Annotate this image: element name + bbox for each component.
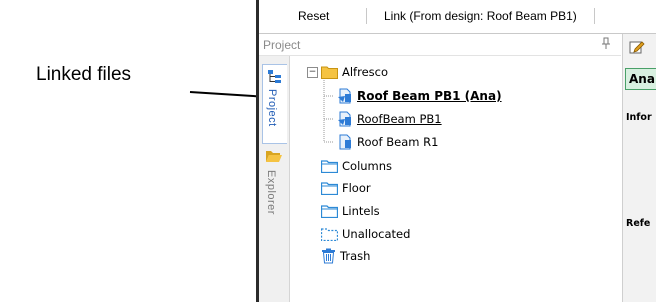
analysis-tab[interactable]: Ana	[625, 68, 656, 90]
tab-project[interactable]: Project	[262, 64, 287, 144]
reset-button[interactable]: Reset	[298, 9, 329, 23]
tab-explorer-label: Explorer	[265, 170, 277, 215]
document-icon	[339, 134, 351, 150]
tree-node-label: Lintels	[342, 204, 380, 218]
dashed-folder-icon	[321, 227, 338, 241]
tree-node-trash[interactable]: Trash	[321, 247, 370, 265]
tree-node-columns[interactable]: Columns	[321, 157, 392, 175]
tree-node-roof-beam-r1[interactable]: Roof Beam R1	[337, 133, 438, 151]
tree-node-label: Alfresco	[342, 65, 389, 79]
folder-icon	[321, 204, 338, 218]
side-tabs: Project Explorer	[259, 56, 290, 302]
tree-node-lintels[interactable]: Lintels	[321, 202, 380, 220]
info-section-label: Infor	[626, 112, 652, 123]
tree-node-label: Trash	[340, 249, 371, 263]
project-panel-header: Project	[259, 34, 621, 56]
folder-icon	[321, 66, 338, 79]
toolbar-separator	[366, 8, 367, 24]
tree-node-label: Floor	[342, 181, 371, 195]
tree-node-floor[interactable]: Floor	[321, 179, 371, 197]
toolbar-separator	[594, 8, 595, 24]
tab-explorer[interactable]: Explorer	[262, 146, 286, 236]
tree-node-roof-beam-pb1-ana[interactable]: Roof Beam PB1 (Ana)	[337, 87, 502, 105]
collapse-toggle[interactable]: −	[307, 67, 318, 78]
linked-document-icon	[338, 88, 351, 104]
trash-icon	[322, 248, 335, 264]
callout-label: Linked files	[36, 64, 132, 85]
right-panel: Ana Infor Refe	[622, 34, 656, 302]
folder-icon	[321, 181, 338, 195]
top-toolbar: Reset Link (From design: Roof Beam PB1)	[258, 0, 656, 34]
project-tree-icon	[268, 70, 281, 83]
project-tree: − Alfresco Roof Beam PB1 (Ana) RoofBeam …	[290, 56, 620, 302]
tree-node-alfresco[interactable]: Alfresco	[321, 63, 388, 81]
tree-node-label: Roof Beam PB1 (Ana)	[357, 89, 502, 103]
tree-node-unallocated[interactable]: Unallocated	[321, 225, 410, 243]
pin-icon[interactable]	[601, 37, 611, 51]
panel-title: Project	[263, 38, 301, 52]
tab-project-label: Project	[266, 89, 278, 127]
link-button[interactable]: Link (From design: Roof Beam PB1)	[384, 9, 577, 23]
reference-section-label: Refe	[626, 218, 651, 229]
folder-icon	[321, 159, 338, 173]
tree-node-label: Unallocated	[342, 227, 411, 241]
tree-node-label: Roof Beam R1	[357, 135, 439, 149]
tree-node-label: RoofBeam PB1	[357, 112, 442, 126]
folder-open-icon	[266, 151, 282, 162]
linked-document-icon	[338, 111, 351, 127]
tree-node-label: Columns	[342, 159, 393, 173]
edit-icon[interactable]	[629, 40, 645, 54]
tree-node-roofbeam-pb1[interactable]: RoofBeam PB1	[337, 110, 442, 128]
